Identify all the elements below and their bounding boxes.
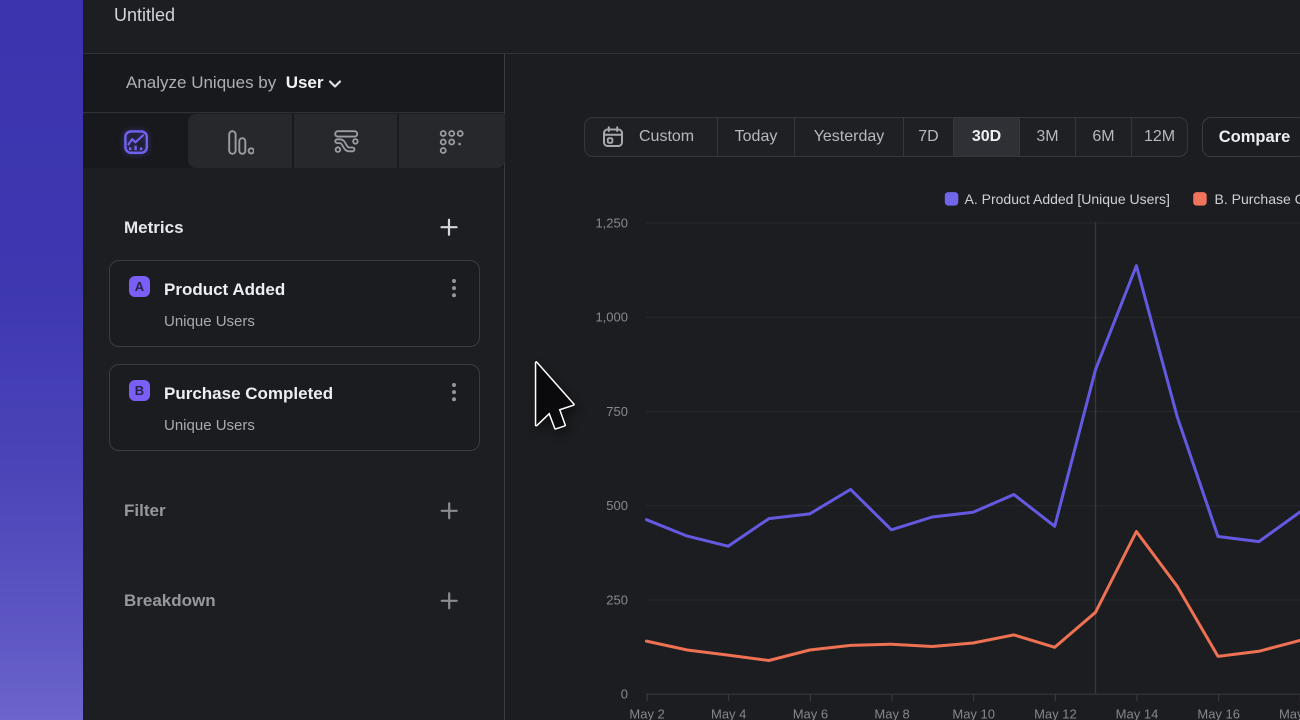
svg-text:May 14: May 14 xyxy=(1116,707,1159,720)
svg-text:May 2: May 2 xyxy=(629,707,664,720)
svg-text:A. Product Added [Unique Users: A. Product Added [Unique Users] xyxy=(965,191,1170,207)
svg-text:750: 750 xyxy=(606,404,628,419)
svg-text:0: 0 xyxy=(621,687,628,702)
svg-text:May 10: May 10 xyxy=(952,707,995,720)
svg-text:May 8: May 8 xyxy=(874,707,909,720)
svg-text:250: 250 xyxy=(606,593,628,608)
svg-text:May 16: May 16 xyxy=(1197,707,1240,720)
svg-text:1,000: 1,000 xyxy=(595,310,628,325)
svg-text:May 6: May 6 xyxy=(793,707,828,720)
svg-text:May 12: May 12 xyxy=(1034,707,1077,720)
svg-text:May 4: May 4 xyxy=(711,707,746,720)
svg-text:500: 500 xyxy=(606,498,628,513)
svg-text:May 18: May 18 xyxy=(1279,707,1300,720)
svg-text:1,250: 1,250 xyxy=(595,216,628,231)
svg-text:B. Purchase Completed [Unique: B. Purchase Completed [Unique xyxy=(1215,191,1300,207)
